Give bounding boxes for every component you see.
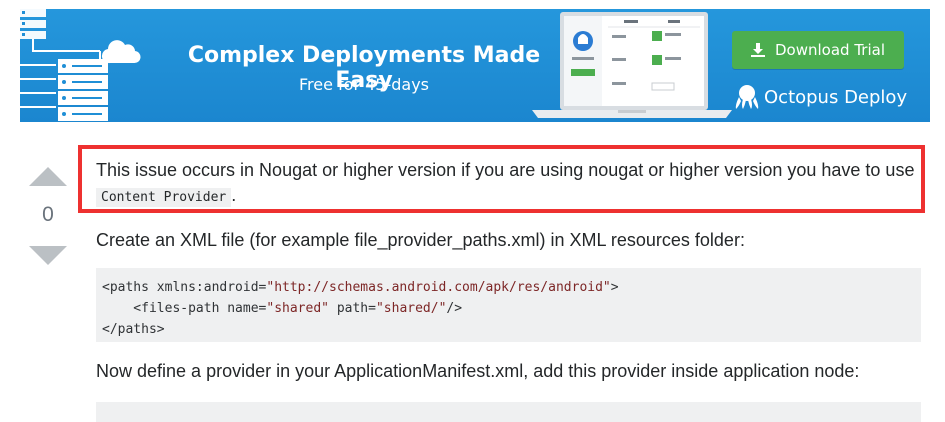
upvote-arrow-icon[interactable]	[29, 167, 67, 186]
octopus-icon	[735, 85, 759, 109]
answer-step1-paragraph: Create an XML file (for example file_pro…	[96, 230, 745, 250]
download-trial-button[interactable]: Download Trial	[732, 31, 904, 69]
code-line2-mid: path=	[329, 301, 376, 316]
answer-intro-text: This issue occurs in Nougat or higher ve…	[96, 160, 915, 180]
code-line1-close: >	[610, 280, 619, 295]
inline-code-content-provider: Content Provider	[96, 188, 232, 207]
download-trial-label: Download Trial	[775, 41, 885, 59]
code-line2-open: <files-path name=	[102, 301, 267, 316]
answer-intro-paragraph: This issue occurs in Nougat or higher ve…	[96, 158, 922, 210]
code-line2-string1: "shared"	[266, 301, 329, 316]
answer-step2-paragraph: Now define a provider in your Applicatio…	[96, 361, 860, 381]
download-icon	[751, 43, 765, 57]
vote-count: 0	[42, 203, 54, 226]
ad-banner[interactable]: Complex Deployments Made Easy Free for 4…	[20, 9, 930, 122]
code-line2-string2: "shared/"	[375, 301, 447, 316]
code-line2-close: />	[446, 301, 463, 316]
octopus-deploy-logo: Octopus Deploy	[734, 83, 907, 111]
server-cloud-illustration	[20, 9, 141, 121]
brand-name: Octopus Deploy	[764, 86, 908, 108]
ad-subline: Free for 45-days	[298, 75, 430, 94]
code-line1-open: <paths xmlns:android=	[102, 280, 267, 295]
xml-code-block: <paths xmlns:android="http://schemas.and…	[96, 268, 921, 342]
code-line3: </paths>	[102, 322, 165, 337]
second-code-block	[96, 402, 921, 422]
laptop-dashboard-illustration	[532, 12, 732, 118]
answer-intro-end: .	[231, 185, 237, 205]
downvote-arrow-icon[interactable]	[29, 246, 67, 265]
code-line1-string: "http://schemas.android.com/apk/res/andr…	[266, 280, 611, 295]
